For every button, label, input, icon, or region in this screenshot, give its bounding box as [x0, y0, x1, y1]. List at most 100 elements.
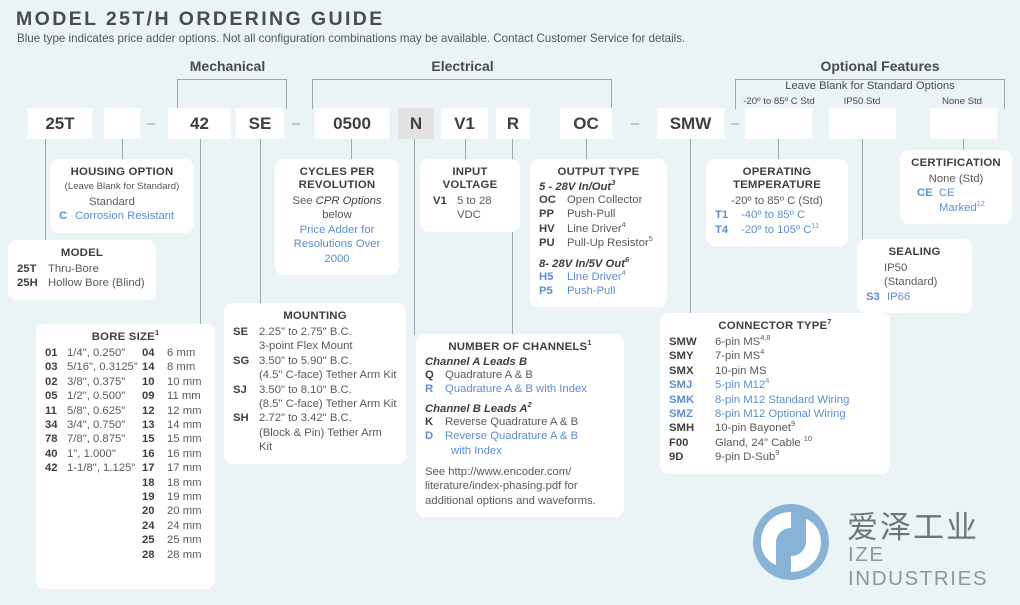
list-item: SMK 8-pin M12 Standard Wiring — [669, 393, 881, 407]
bore-code: 20 — [142, 505, 155, 518]
leader-line-bore — [200, 139, 201, 329]
cpr-see-line: See CPR Options below — [284, 194, 390, 223]
pn-box-bore[interactable]: 42 — [168, 108, 231, 139]
connector-desc: Gland, 24" Cable 10 — [715, 435, 812, 450]
bore-desc: 15 mm — [167, 433, 202, 446]
pn-box-housing[interactable] — [104, 108, 140, 139]
certification-title: CERTIFICATION — [911, 157, 1001, 169]
list-item: 15 15 mm — [142, 432, 206, 446]
pn-dash-3: – — [630, 115, 640, 132]
bore-code: 24 — [142, 519, 155, 532]
list-item: 9D 9-pin D-Sub9 — [669, 449, 881, 464]
operating-temp-standard: -20º to 85º C (Std) — [731, 195, 823, 207]
list-item: 34 3/4", 0.750" — [45, 418, 142, 432]
list-item: 16 16 mm — [142, 447, 206, 461]
certification-desc: CE Marked12 — [939, 186, 1003, 215]
model-code-1: 25H — [17, 277, 38, 290]
mounting-code: SG — [233, 354, 250, 367]
channels-group1-text: Channel A Leads B — [425, 356, 528, 368]
channel-code: D — [425, 430, 434, 443]
pn-box-voltage[interactable]: V1 — [441, 108, 488, 139]
channels-note-line2: literature/index-phasing.pdf for — [425, 480, 578, 493]
connector-superscript: 4,8 — [760, 333, 771, 343]
pn-dash-2: – — [291, 115, 301, 132]
bore-desc: 3/8", 0.375" — [67, 375, 126, 388]
pn-box-index[interactable]: R — [496, 108, 530, 139]
pn-box-connector[interactable]: SMW — [657, 108, 724, 139]
bore-code: 03 — [45, 361, 58, 374]
sealing-desc-1: IP66 — [887, 290, 911, 303]
leader-line-channels — [414, 139, 415, 335]
list-item: K Reverse Quadrature A & B — [425, 415, 615, 429]
list-item: SMH 10-pin Bayonet9 — [669, 419, 881, 435]
connector-desc: 8-pin M12 Standard Wiring — [715, 393, 849, 407]
pn-box-cpr[interactable]: 0500 — [315, 108, 389, 139]
connector-desc-text: Gland, 24" Cable — [715, 436, 804, 449]
bore-desc: 3/4", 0.750" — [67, 419, 126, 432]
channels-note-line3: additional options and waveforms. — [425, 494, 596, 507]
channels-group2-text: Channel B Leads A — [425, 402, 528, 415]
channel-desc: Quadrature A & B — [445, 369, 533, 381]
list-item: 17 17 mm — [142, 461, 206, 475]
connector-desc: 10-pin MS — [715, 364, 767, 378]
operating-temp-desc: -40º to 85º C — [741, 208, 805, 222]
output-desc: Open Collector — [567, 193, 642, 207]
output-desc: Line Driver4 — [567, 269, 626, 284]
card-mounting: MOUNTING SE 2.25" to 2.75" B.C. 3-point F… — [224, 303, 406, 464]
cpr-title-line2: REVOLUTION — [298, 179, 376, 191]
connector-code: F00 — [669, 436, 689, 449]
channels-title-superscript: 1 — [587, 338, 592, 348]
bore-code: 12 — [142, 404, 155, 417]
leader-line-output — [586, 139, 587, 159]
leader-line-mounting — [260, 139, 261, 305]
bore-desc: 11 mm — [167, 390, 201, 403]
connector-title-superscript: 7 — [827, 317, 832, 327]
card-housing-option: HOUSING OPTION (Leave Blank for Standard… — [50, 159, 194, 233]
bore-desc: 8 mm — [167, 361, 196, 374]
list-item: 13 14 mm — [142, 418, 206, 432]
bore-code: 34 — [45, 419, 58, 432]
connector-desc: 9-pin D-Sub9 — [715, 449, 779, 464]
pn-box-temperature[interactable] — [745, 108, 812, 139]
list-item: IP50 (Standard) — [866, 261, 963, 290]
pn-box-channels[interactable]: N — [398, 108, 434, 139]
pn-box-output[interactable]: OC — [560, 108, 612, 139]
pn-box-sealing[interactable] — [829, 108, 896, 139]
cpr-see-post: below — [322, 209, 352, 222]
list-item: 12 12 mm — [142, 404, 206, 418]
pn-box-certification[interactable] — [930, 108, 997, 139]
bore-desc: 7/8", 0.875" — [67, 433, 126, 446]
list-item: 05 1/2", 0.500" — [45, 389, 142, 403]
pn-box-mounting[interactable]: SE — [236, 108, 284, 139]
certification-standard: None (Std) — [928, 173, 984, 185]
bore-desc: 20 mm — [167, 505, 202, 518]
certification-code: CE — [917, 187, 933, 200]
card-cycles-per-revolution: CYCLES PER REVOLUTION See CPR Options be… — [275, 159, 399, 276]
pn-dash-4: – — [730, 115, 740, 132]
model-desc-0: Thru-Bore — [48, 263, 99, 275]
channel-code: Q — [425, 369, 434, 381]
bore-code: 02 — [45, 375, 58, 388]
output-type-group2-superscript: 6 — [625, 254, 630, 264]
bore-code: 10 — [142, 375, 155, 388]
output-type-group1-text: 5 - 28V In/Out — [539, 181, 612, 193]
connector-superscript: 9 — [791, 419, 796, 429]
connector-desc-text: 7-pin MS — [715, 350, 761, 363]
page-subtitle: Blue type indicates price adder options.… — [17, 32, 686, 45]
bore-desc: 16 mm — [167, 447, 202, 460]
output-desc: Push-Pull — [567, 284, 615, 298]
connector-desc: 10-pin Bayonet9 — [715, 419, 796, 435]
list-item: 04 6 mm — [142, 346, 206, 360]
housing-option-code-0 — [73, 195, 89, 209]
output-desc: Line Driver4 — [567, 221, 626, 236]
list-item: SMW 6-pin MS4,8 — [669, 333, 881, 349]
output-desc: Pull-Up Resistor5 — [567, 235, 653, 250]
output-desc-text: Push-Pull — [567, 208, 616, 221]
channels-title-text: NUMBER OF CHANNELS — [448, 341, 588, 353]
housing-option-desc-0: Standard — [89, 196, 135, 208]
pn-box-model[interactable]: 25T — [28, 108, 92, 139]
list-item: 19 19 mm — [142, 490, 206, 504]
bore-desc: 1", 1.000" — [67, 447, 116, 460]
mounting-code: SH — [233, 412, 249, 425]
list-item: 25T Thru-Bore — [17, 262, 147, 276]
